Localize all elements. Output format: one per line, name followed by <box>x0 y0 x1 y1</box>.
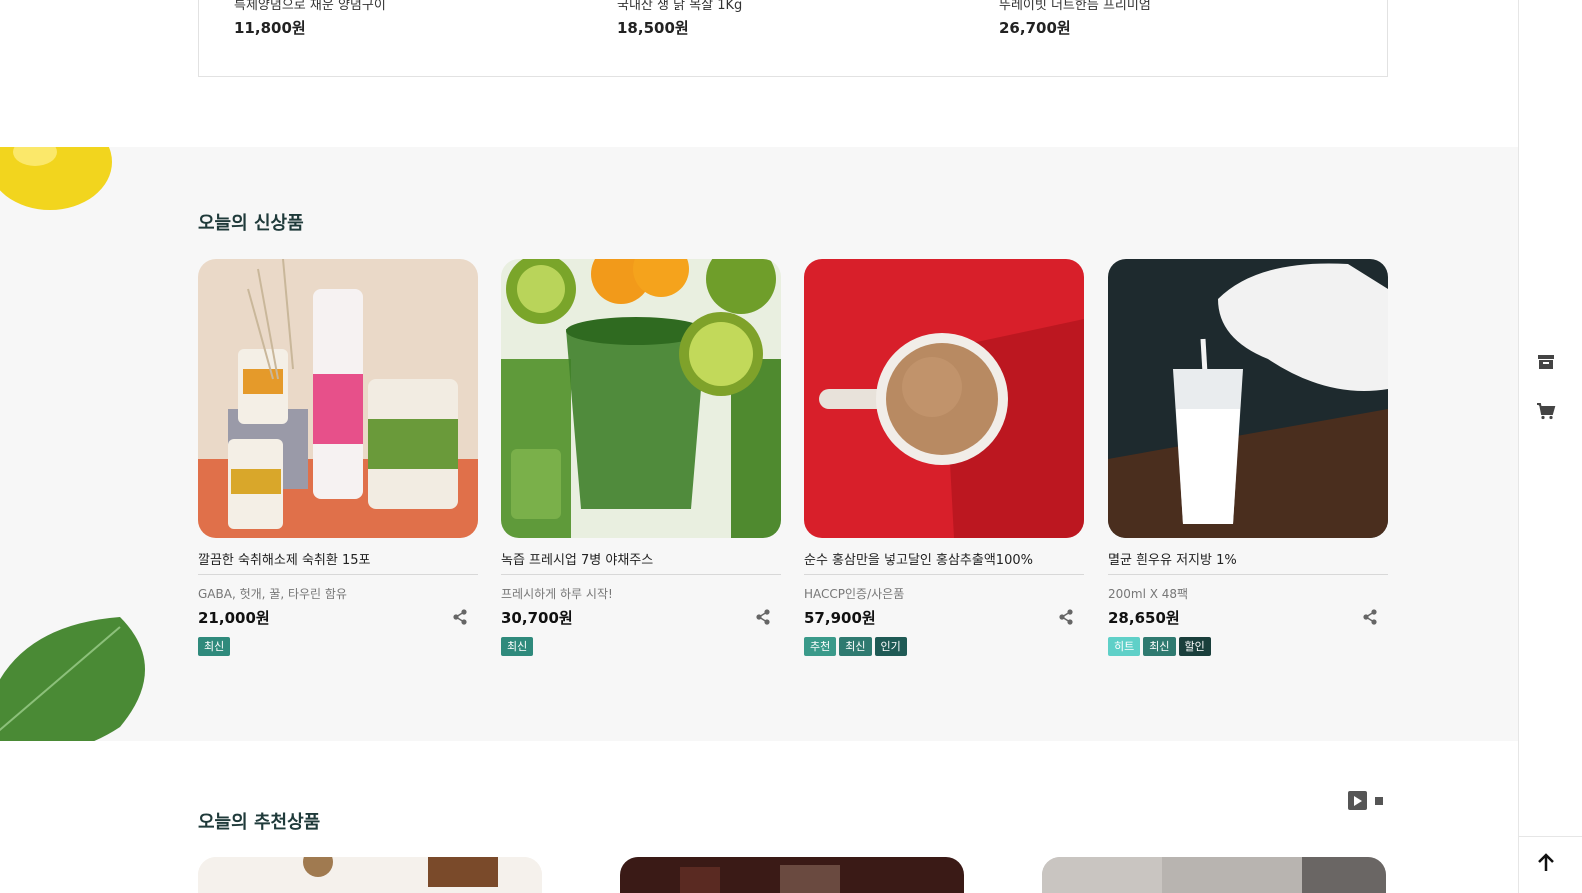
badge-list: 추천 최신 인기 <box>804 637 1084 656</box>
product-description: 200ml X 48팩 <box>1108 587 1189 601</box>
arrow-up-icon[interactable] <box>1536 853 1556 873</box>
price-row: 57,900원 <box>804 607 1084 627</box>
badge-recommended: 추천 <box>804 637 837 656</box>
carousel-controls <box>1348 791 1383 810</box>
badge-list: 최신 <box>501 637 781 656</box>
top-product-price: 26,700원 <box>999 19 1071 37</box>
top-product-name: 뚜레이빗 더트한듬 프리미엄 <box>999 0 1151 13</box>
product-description: GABA, 헛개, 꿀, 타우린 함유 <box>198 587 347 601</box>
product-price: 21,000원 <box>198 609 270 627</box>
archive-icon[interactable] <box>1536 352 1556 372</box>
badge-new: 최신 <box>198 637 231 656</box>
cart-icon[interactable] <box>1536 401 1556 421</box>
product-card[interactable]: 멸균 흰우유 저지방 1% 200ml X 48팩 28,650원 히트 최신 … <box>1108 259 1388 656</box>
product-image[interactable] <box>804 259 1084 538</box>
product-name[interactable]: 녹즙 프레시업 7병 야채주스 <box>501 549 781 568</box>
divider <box>804 574 1084 575</box>
new-products-title: 오늘의 신상품 <box>198 213 304 234</box>
top-product-price: 18,500원 <box>617 19 689 37</box>
product-image[interactable] <box>198 259 478 538</box>
product-image[interactable] <box>1108 259 1388 538</box>
top-product-name: 특제양념으로 재운 양념구이 <box>234 0 386 13</box>
top-product-price: 11,800원 <box>234 19 306 37</box>
product-description: HACCP인증/사은품 <box>804 587 905 601</box>
divider <box>198 574 478 575</box>
recommended-products-title: 오늘의 추천상품 <box>198 812 321 833</box>
product-price: 28,650원 <box>1108 609 1180 627</box>
stop-button[interactable] <box>1375 796 1383 805</box>
price-row: 30,700원 <box>501 607 781 627</box>
product-name[interactable]: 순수 홍삼만을 넣고달인 홍삼추출액100% <box>804 549 1084 568</box>
spinach-leaf-decoration <box>0 617 145 741</box>
product-price: 57,900원 <box>804 609 876 627</box>
product-price: 30,700원 <box>501 609 573 627</box>
scroll-top-area[interactable] <box>1519 836 1582 893</box>
page: 특제양념으로 재운 양념구이 11,800원 국내산 생 닭 목살 1Kg 18… <box>0 0 1582 893</box>
badge-new: 최신 <box>839 637 872 656</box>
product-description: 프레시하게 하루 시작! <box>501 587 613 601</box>
divider <box>501 574 781 575</box>
product-card[interactable]: 깔끔한 숙취해소제 숙취환 15포 GABA, 헛개, 꿀, 타우린 함유 21… <box>198 259 478 656</box>
recommended-product-image[interactable] <box>198 857 542 893</box>
badge-new: 최신 <box>501 637 534 656</box>
top-product-name: 국내산 생 닭 목살 1Kg <box>617 0 743 13</box>
new-products-section: 오늘의 신상품 깔끔한 숙취해소제 숙취환 15포 GABA, 헛개, 꿀, 타… <box>0 147 1518 741</box>
badge-popular: 인기 <box>874 637 907 656</box>
badge-hit: 히트 <box>1108 637 1141 656</box>
product-card[interactable]: 순수 홍삼만을 넣고달인 홍삼추출액100% HACCP인증/사은품 57,90… <box>804 259 1084 656</box>
share-icon[interactable] <box>452 609 468 625</box>
best-products-box: 특제양념으로 재운 양념구이 11,800원 국내산 생 닭 목살 1Kg 18… <box>198 0 1388 77</box>
share-icon[interactable] <box>1058 609 1074 625</box>
price-row: 21,000원 <box>198 607 478 627</box>
badge-new: 최신 <box>1143 637 1176 656</box>
recommended-product-image[interactable] <box>1042 857 1386 893</box>
recommended-product-image[interactable] <box>620 857 964 893</box>
divider <box>1108 574 1388 575</box>
product-name[interactable]: 깔끔한 숙취해소제 숙취환 15포 <box>198 549 478 568</box>
product-image[interactable] <box>501 259 781 538</box>
pepper-decoration <box>0 147 112 210</box>
play-icon <box>1353 795 1362 806</box>
play-button[interactable] <box>1348 791 1367 810</box>
share-icon[interactable] <box>1362 609 1378 625</box>
share-icon[interactable] <box>755 609 771 625</box>
price-row: 28,650원 <box>1108 607 1388 627</box>
right-quick-menu <box>1518 0 1582 893</box>
badge-list: 최신 <box>198 637 478 656</box>
product-card[interactable]: 녹즙 프레시업 7병 야채주스 프레시하게 하루 시작! 30,700원 최신 <box>501 259 781 656</box>
product-name[interactable]: 멸균 흰우유 저지방 1% <box>1108 549 1388 568</box>
badge-list: 히트 최신 할인 <box>1108 637 1388 656</box>
badge-sale: 할인 <box>1178 637 1211 656</box>
